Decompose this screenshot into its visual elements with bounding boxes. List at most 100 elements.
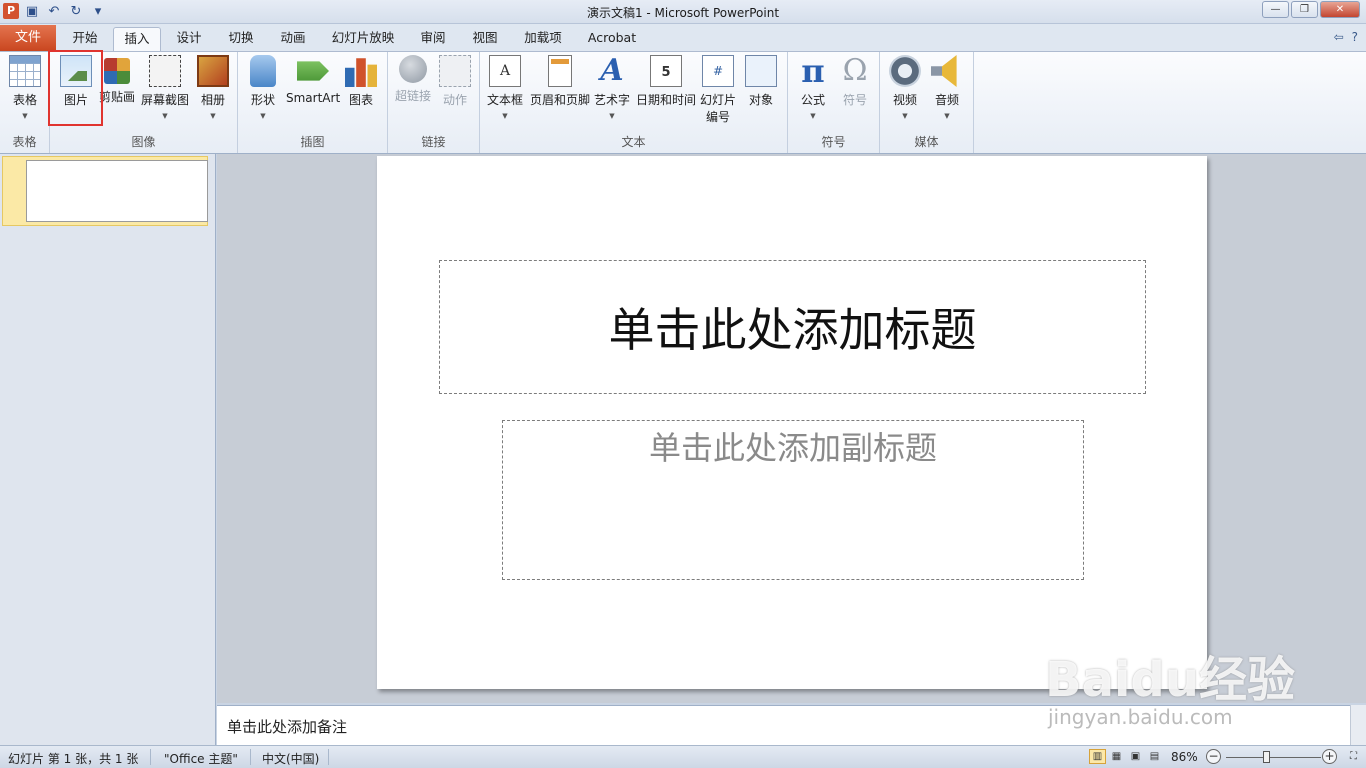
- photo-album-button[interactable]: 相册 ▼: [196, 55, 230, 120]
- datetime-button[interactable]: 5 日期和时间: [635, 55, 697, 108]
- restore-button[interactable]: ❐: [1291, 1, 1318, 18]
- action-button[interactable]: 动作: [438, 55, 472, 108]
- smartart-button[interactable]: SmartArt: [286, 55, 340, 105]
- calendar-icon: 5: [650, 55, 682, 87]
- symbol-button[interactable]: Ω 符号: [838, 55, 872, 108]
- status-divider: [150, 749, 151, 765]
- slide-count-status: 幻灯片 第 1 张，共 1 张: [8, 752, 139, 766]
- tab-review[interactable]: 审阅: [410, 27, 456, 51]
- minimize-button[interactable]: —: [1262, 1, 1289, 18]
- group-symbols: π 公式 ▼ Ω 符号 符号: [788, 52, 880, 153]
- hyperlink-button[interactable]: 超链接: [392, 55, 434, 104]
- status-divider: [328, 749, 329, 765]
- action-icon: [439, 55, 471, 87]
- video-button[interactable]: 视频 ▼: [888, 55, 922, 120]
- tab-addins[interactable]: 加载项: [516, 27, 570, 51]
- slide-sorter-view-button[interactable]: ▦: [1108, 749, 1125, 764]
- dropdown-arrow-icon: ▼: [810, 112, 816, 120]
- normal-view-button[interactable]: ▥: [1089, 749, 1106, 764]
- omega-icon: Ω: [842, 53, 868, 88]
- chart-icon: [345, 58, 377, 87]
- pi-icon: π: [801, 52, 825, 90]
- shapes-button[interactable]: 形状 ▼: [246, 55, 280, 120]
- hyperlink-icon: [399, 55, 427, 83]
- close-button[interactable]: ✕: [1320, 1, 1360, 18]
- tab-animations[interactable]: 动画: [270, 27, 316, 51]
- slides-panel: [0, 154, 216, 746]
- status-bar: 幻灯片 第 1 张，共 1 张 "Office 主题" 中文(中国) ▥ ▦ ▣…: [0, 745, 1366, 768]
- film-reel-icon: [889, 55, 921, 87]
- tab-slideshow[interactable]: 幻灯片放映: [324, 27, 402, 51]
- zoom-in-button[interactable]: +: [1322, 749, 1337, 764]
- slide-canvas[interactable]: 单击此处添加标题 单击此处添加副标题: [377, 156, 1207, 689]
- slide-number-icon: #: [702, 55, 734, 87]
- group-illustrations: 形状 ▼ SmartArt 图表 插图: [238, 52, 388, 153]
- language-status[interactable]: 中文(中国): [262, 750, 319, 767]
- dropdown-arrow-icon: ▼: [162, 112, 168, 120]
- table-button[interactable]: 表格 ▼: [7, 55, 43, 120]
- audio-button[interactable]: 音频 ▼: [930, 55, 964, 120]
- textbox-icon: A: [489, 55, 521, 87]
- zoom-slider-thumb[interactable]: [1263, 751, 1271, 763]
- ribbon-right-controls: ⇦ ?: [1334, 30, 1358, 44]
- tab-insert[interactable]: 插入: [113, 27, 161, 51]
- tab-transitions[interactable]: 切换: [218, 27, 264, 51]
- header-footer-button[interactable]: 页眉和页脚: [528, 55, 592, 108]
- slideshow-view-button[interactable]: ▤: [1146, 749, 1163, 764]
- ribbon: 表格 ▼ 表格 图片 剪贴画 屏幕截图 ▼ 相册 ▼ 图像 形状 ▼ Smart…: [0, 51, 1366, 154]
- zoom-slider-track[interactable]: [1226, 757, 1321, 758]
- group-tables: 表格 ▼ 表格: [0, 52, 50, 153]
- title-placeholder[interactable]: 单击此处添加标题: [439, 260, 1146, 394]
- screenshot-button[interactable]: 屏幕截图 ▼: [140, 55, 190, 120]
- window-controls: — ❐ ✕: [1262, 1, 1360, 18]
- zoom-out-button[interactable]: −: [1206, 749, 1221, 764]
- wordart-button[interactable]: A 艺术字 ▼: [592, 53, 632, 121]
- window-title: 演示文稿1 - Microsoft PowerPoint: [586, 6, 780, 20]
- tab-file[interactable]: 文件: [0, 25, 56, 51]
- tab-acrobat[interactable]: Acrobat: [580, 27, 644, 51]
- dropdown-arrow-icon: ▼: [502, 112, 508, 120]
- baidu-watermark-logo: Baidu经验: [1045, 652, 1295, 708]
- slide-thumbnail[interactable]: [26, 160, 208, 222]
- dropdown-arrow-icon: ▼: [944, 112, 950, 120]
- slide-thumbnail-selected[interactable]: [2, 156, 208, 226]
- textbox-button[interactable]: A 文本框 ▼: [484, 55, 526, 120]
- photo-album-icon: [197, 55, 229, 87]
- clipart-icon: [104, 58, 130, 84]
- ribbon-tabs: 文件 开始 插入 设计 切换 动画 幻灯片放映 审阅 视图 加载项 Acroba…: [0, 24, 1366, 51]
- reading-view-button[interactable]: ▣: [1127, 749, 1144, 764]
- zoom-level[interactable]: 86%: [1171, 750, 1198, 764]
- smartart-icon: [297, 61, 329, 81]
- dropdown-arrow-icon: ▼: [210, 112, 216, 120]
- slide-number-button[interactable]: # 幻灯片 编号: [698, 55, 738, 125]
- dropdown-arrow-icon: ▼: [260, 112, 266, 120]
- header-footer-icon: [548, 55, 572, 87]
- pin-icon[interactable]: ⇦: [1334, 30, 1344, 44]
- object-icon: [745, 55, 777, 87]
- table-icon: [9, 55, 41, 87]
- dropdown-arrow-icon: ▼: [902, 112, 908, 120]
- group-text: A 文本框 ▼ 页眉和页脚 A 艺术字 ▼ 5 日期和时间 # 幻灯片 编号 对…: [480, 52, 788, 153]
- group-media: 视频 ▼ 音频 ▼ 媒体: [880, 52, 974, 153]
- tab-view[interactable]: 视图: [462, 27, 508, 51]
- slide-editing-area: 单击此处添加标题 单击此处添加副标题: [217, 154, 1366, 703]
- theme-status[interactable]: "Office 主题": [164, 750, 238, 767]
- title-bar: P ▣ ↶ ↻ ▾ 演示文稿1 - Microsoft PowerPoint —…: [0, 0, 1366, 24]
- clipart-button[interactable]: 剪贴画: [98, 55, 136, 105]
- status-divider: [250, 749, 251, 765]
- subtitle-placeholder[interactable]: 单击此处添加副标题: [502, 420, 1084, 580]
- tab-home[interactable]: 开始: [62, 27, 108, 51]
- help-icon[interactable]: ?: [1352, 30, 1358, 44]
- wordart-icon: A: [600, 53, 624, 88]
- tab-design[interactable]: 设计: [166, 27, 212, 51]
- object-button[interactable]: 对象: [744, 55, 778, 108]
- group-links: 超链接 动作 链接: [388, 52, 480, 153]
- fit-to-window-button[interactable]: ⛶: [1345, 749, 1362, 764]
- dropdown-arrow-icon: ▼: [609, 112, 615, 120]
- equation-button[interactable]: π 公式 ▼: [796, 55, 830, 120]
- picture-button-highlight: [48, 50, 103, 126]
- chart-button[interactable]: 图表: [344, 55, 378, 108]
- notes-scrollbar[interactable]: [1350, 705, 1366, 745]
- screenshot-icon: [149, 55, 181, 87]
- baidu-watermark-url: jingyan.baidu.com: [1048, 705, 1233, 729]
